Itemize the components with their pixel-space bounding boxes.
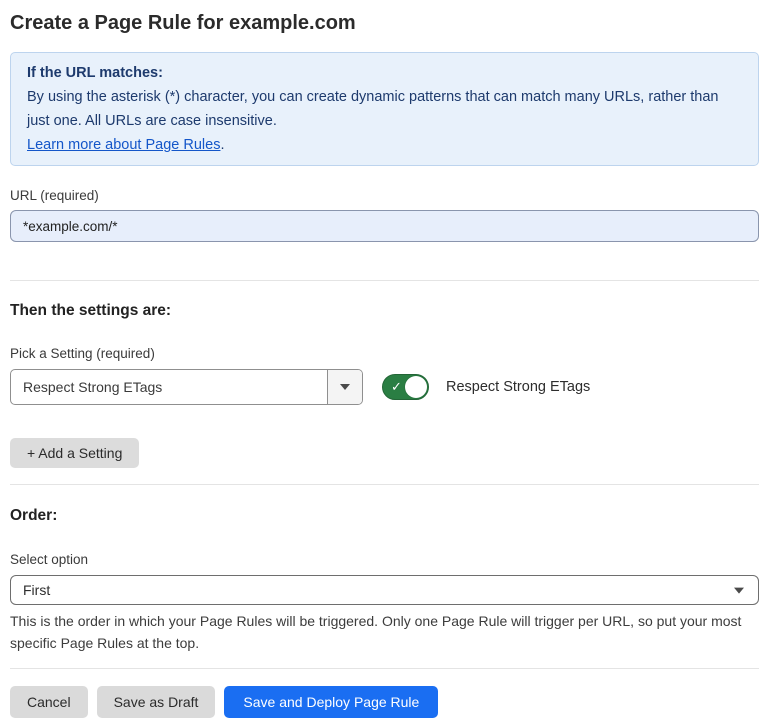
order-section-heading: Order:	[10, 507, 759, 525]
caret-down-icon	[734, 588, 744, 594]
setting-select-value: Respect Strong ETags	[11, 370, 327, 404]
toggle-label: Respect Strong ETags	[446, 379, 590, 395]
order-select-label: Select option	[10, 552, 759, 568]
info-box-link-line: Learn more about Page Rules.	[27, 133, 742, 157]
divider	[10, 280, 759, 281]
setting-row: Respect Strong ETags ✓ Respect Strong ET…	[10, 369, 759, 405]
respect-strong-etags-toggle[interactable]: ✓	[382, 374, 429, 400]
info-box-heading: If the URL matches:	[27, 61, 742, 85]
add-setting-button[interactable]: + Add a Setting	[10, 438, 139, 468]
setting-select[interactable]: Respect Strong ETags	[10, 369, 363, 405]
setting-select-arrow-button[interactable]	[327, 370, 362, 404]
learn-more-link[interactable]: Learn more about Page Rules	[27, 137, 220, 153]
caret-down-icon	[340, 384, 350, 390]
cancel-button[interactable]: Cancel	[10, 686, 88, 718]
footer-actions: Cancel Save as Draft Save and Deploy Pag…	[10, 686, 759, 718]
link-period: .	[220, 137, 224, 153]
info-box-body: By using the asterisk (*) character, you…	[27, 85, 742, 133]
url-input[interactable]	[10, 210, 759, 242]
toggle-knob	[405, 376, 427, 398]
order-help-text: This is the order in which your Page Rul…	[10, 610, 745, 654]
order-select-value: First	[23, 582, 50, 598]
save-and-deploy-button[interactable]: Save and Deploy Page Rule	[224, 686, 438, 718]
divider	[10, 668, 759, 669]
page-title: Create a Page Rule for example.com	[10, 0, 759, 35]
divider	[10, 484, 759, 485]
order-select[interactable]: First	[10, 575, 759, 605]
save-as-draft-button[interactable]: Save as Draft	[97, 686, 216, 718]
url-field-label: URL (required)	[10, 188, 759, 204]
check-icon: ✓	[391, 380, 402, 393]
url-match-info-box: If the URL matches: By using the asteris…	[10, 52, 759, 166]
pick-setting-label: Pick a Setting (required)	[10, 346, 759, 362]
settings-section-heading: Then the settings are:	[10, 302, 759, 320]
